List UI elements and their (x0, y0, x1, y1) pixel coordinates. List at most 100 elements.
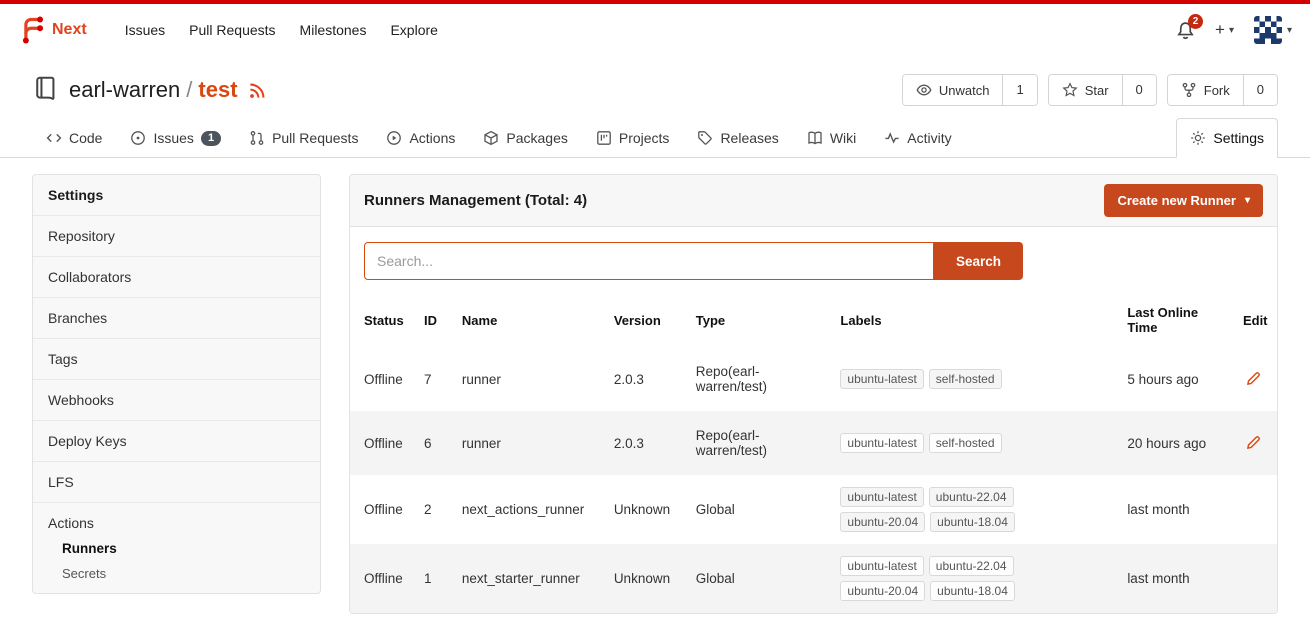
edit-runner-button[interactable] (1243, 433, 1263, 453)
tab-activity[interactable]: Activity (870, 118, 965, 158)
unwatch-button[interactable]: Unwatch (903, 75, 1003, 105)
runners-panel-header: Runners Management (Total: 4) Create new… (350, 175, 1277, 227)
runner-label-chip: ubuntu-22.04 (929, 556, 1014, 576)
pencil-icon (1245, 435, 1261, 451)
runner-status: Offline (350, 544, 416, 613)
sidebar-item-webhooks[interactable]: Webhooks (33, 380, 320, 421)
pulse-icon (884, 130, 900, 146)
repo-actions: Unwatch 1 Star 0 Fork 0 (902, 74, 1278, 106)
repo-owner-link[interactable]: earl-warren (69, 77, 180, 103)
watch-button-group: Unwatch 1 (902, 74, 1038, 106)
tab-packages[interactable]: Packages (469, 118, 581, 158)
nav-item-milestones[interactable]: Milestones (288, 14, 379, 46)
sidebar-item-secrets[interactable]: Secrets (62, 566, 305, 581)
user-menu[interactable]: ▾ (1254, 16, 1292, 44)
create-runner-label: Create new Runner (1117, 193, 1235, 208)
runner-label-chip: ubuntu-18.04 (930, 581, 1015, 601)
runner-status: Offline (350, 347, 416, 411)
pull-request-icon (249, 130, 265, 146)
nav-item-issues[interactable]: Issues (113, 14, 177, 46)
tab-label: Pull Requests (272, 130, 358, 146)
tab-releases[interactable]: Releases (683, 118, 792, 158)
avatar (1254, 16, 1282, 44)
tag-icon (697, 130, 713, 146)
runner-label-chip: ubuntu-latest (840, 369, 923, 389)
rss-feed-button[interactable] (248, 81, 267, 100)
runner-status: Offline (350, 475, 416, 544)
watchers-count[interactable]: 1 (1002, 75, 1036, 105)
top-navbar: Next Issues Pull Requests Milestones Exp… (0, 4, 1310, 56)
sidebar-item-runners[interactable]: Runners (62, 541, 305, 556)
forgejo-logo-icon (18, 16, 46, 44)
fork-button-group: Fork 0 (1167, 74, 1278, 106)
header-type: Type (688, 293, 833, 347)
sidebar-item-actions[interactable]: Actions (48, 515, 305, 531)
tab-issues[interactable]: Issues 1 (116, 118, 235, 158)
tab-label: Settings (1213, 130, 1264, 146)
chevron-down-icon: ▾ (1229, 25, 1234, 36)
runner-version: Unknown (606, 475, 688, 544)
sidebar-group-actions: Actions Runners Secrets (33, 503, 320, 593)
runner-type: Repo(earl-warren/test) (688, 411, 833, 475)
tab-code[interactable]: Code (32, 118, 116, 158)
runner-labels-cell: ubuntu-latestubuntu-22.04ubuntu-20.04ubu… (832, 544, 1119, 613)
sidebar-item-deploy-keys[interactable]: Deploy Keys (33, 421, 320, 462)
header-version: Version (606, 293, 688, 347)
runner-name: runner (454, 411, 606, 475)
runner-labels-cell: ubuntu-latest self-hosted (832, 347, 1119, 411)
labels-list: ubuntu-latestubuntu-22.04ubuntu-20.04ubu… (840, 556, 1065, 601)
sidebar-item-tags[interactable]: Tags (33, 339, 320, 380)
sidebar-item-collaborators[interactable]: Collaborators (33, 257, 320, 298)
runner-label-chip: ubuntu-20.04 (840, 512, 925, 532)
tab-settings[interactable]: Settings (1176, 118, 1278, 158)
runner-status: Offline (350, 411, 416, 475)
tab-projects[interactable]: Projects (582, 118, 684, 158)
forgejo-logo[interactable] (18, 16, 46, 44)
runner-name: next_actions_runner (454, 475, 606, 544)
forks-count[interactable]: 0 (1243, 75, 1277, 105)
notifications-button[interactable]: 2 (1176, 21, 1195, 40)
nav-item-pull-requests[interactable]: Pull Requests (177, 14, 287, 46)
tab-wiki[interactable]: Wiki (793, 118, 870, 158)
runner-name: next_starter_runner (454, 544, 606, 613)
tab-label: Projects (619, 130, 670, 146)
sidebar-item-branches[interactable]: Branches (33, 298, 320, 339)
runner-label-chip: ubuntu-20.04 (840, 581, 925, 601)
repo-header: earl-warren / test Unwatch 1 (0, 56, 1310, 118)
search-input[interactable] (364, 242, 934, 280)
star-button[interactable]: Star (1049, 75, 1122, 105)
tab-label: Activity (907, 130, 951, 146)
header-id: ID (416, 293, 454, 347)
runners-table-body: Offline7runner2.0.3Repo(earl-warren/test… (350, 347, 1277, 613)
navbar-right: 2 + ▾ ▾ (1176, 16, 1292, 44)
tab-label: Wiki (830, 130, 856, 146)
edit-runner-button[interactable] (1243, 369, 1263, 389)
runner-id: 1 (416, 544, 454, 613)
create-new-menu[interactable]: + ▾ (1215, 20, 1234, 40)
tab-actions[interactable]: Actions (372, 118, 469, 158)
runners-panel-title: Runners Management (Total: 4) (364, 192, 587, 209)
runner-edit-cell (1235, 411, 1277, 475)
runner-label-chip: ubuntu-latest (840, 433, 923, 453)
notification-count-badge: 2 (1188, 14, 1203, 29)
settings-content: Settings Repository Collaborators Branch… (0, 158, 1310, 638)
search-button[interactable]: Search (934, 242, 1023, 280)
repo-name-link[interactable]: test (198, 77, 237, 103)
fork-button[interactable]: Fork (1168, 75, 1243, 105)
play-circle-icon (386, 130, 402, 146)
runner-label-chip: self-hosted (929, 369, 1002, 389)
header-name: Name (454, 293, 606, 347)
runner-id: 6 (416, 411, 454, 475)
sidebar-item-lfs[interactable]: LFS (33, 462, 320, 503)
runner-edit-cell (1235, 475, 1277, 544)
table-row: Offline2next_actions_runnerUnknownGlobal… (350, 475, 1277, 544)
create-runner-button[interactable]: Create new Runner ▾ (1104, 184, 1263, 217)
stars-count[interactable]: 0 (1122, 75, 1156, 105)
tab-pull-requests[interactable]: Pull Requests (235, 118, 372, 158)
brand-next[interactable]: Next (52, 21, 87, 39)
sidebar-item-repository[interactable]: Repository (33, 216, 320, 257)
plus-icon: + (1215, 20, 1225, 40)
star-icon (1062, 82, 1078, 98)
code-icon (46, 130, 62, 146)
nav-item-explore[interactable]: Explore (378, 14, 449, 46)
